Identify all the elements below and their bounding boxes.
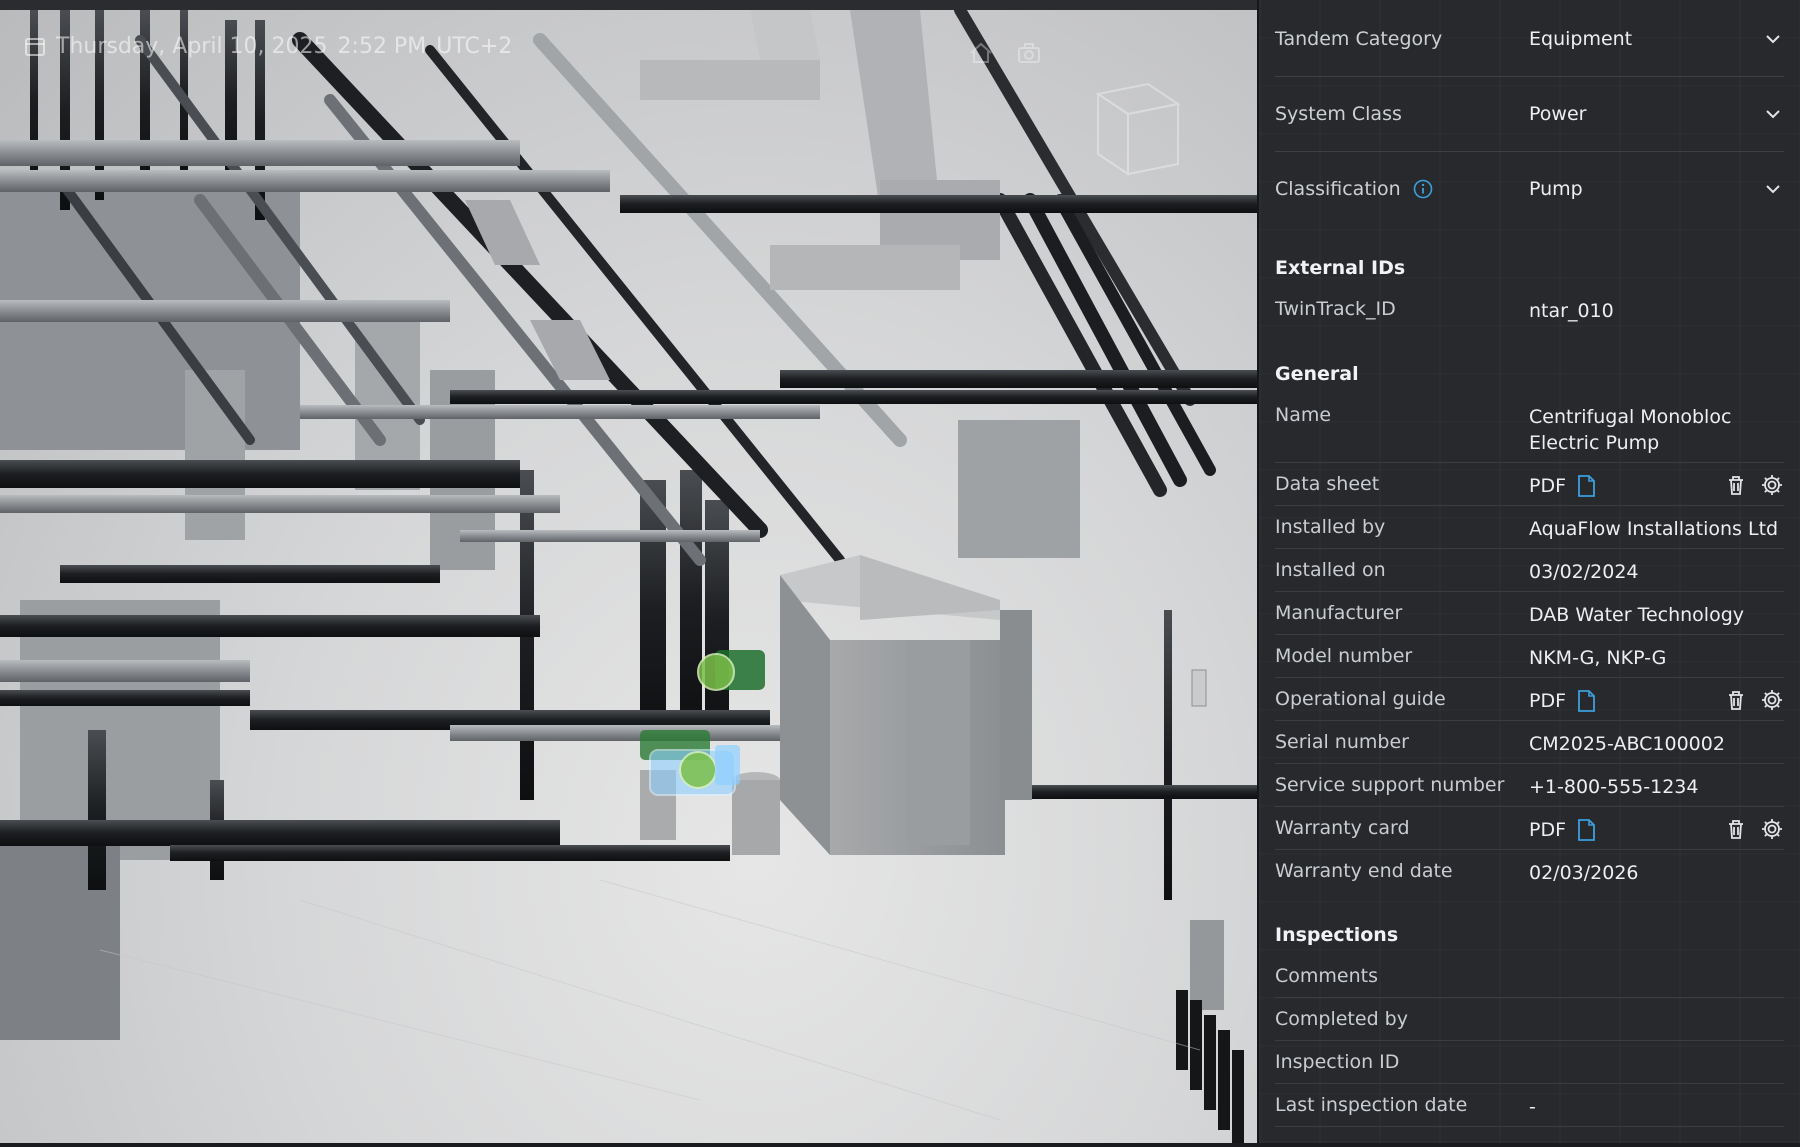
classification-value[interactable]: Pump xyxy=(1529,178,1762,200)
timezone-label[interactable]: UTC+2 xyxy=(436,34,512,59)
warranty-card-label: Warranty card xyxy=(1275,817,1410,839)
last-inspection-label: Last inspection date xyxy=(1275,1094,1468,1116)
installed-by-label: Installed by xyxy=(1275,516,1386,538)
installed-on-value[interactable]: 03/02/2024 xyxy=(1529,549,1784,585)
tandem-category-row[interactable]: Tandem Category Equipment xyxy=(1275,2,1784,77)
general-heading: General xyxy=(1275,363,1359,385)
warranty-end-row: Warranty end date 02/03/2026 xyxy=(1275,850,1784,892)
serial-number-value[interactable]: CM2025-ABC100002 xyxy=(1529,721,1784,757)
warranty-end-label: Warranty end date xyxy=(1275,860,1453,882)
service-support-row: Service support number +1-800-555-1234 xyxy=(1275,764,1784,807)
pdf-link-text[interactable]: PDF xyxy=(1529,817,1566,843)
name-value[interactable]: Centrifugal Monobloc Electric Pump xyxy=(1529,394,1784,456)
completed-by-row: Completed by xyxy=(1275,998,1784,1041)
inspections-heading: Inspections xyxy=(1275,924,1399,946)
date-label[interactable]: Thursday, April 10, 2025 xyxy=(56,34,328,59)
comments-label: Comments xyxy=(1275,965,1378,987)
operational-guide-label: Operational guide xyxy=(1275,688,1446,710)
model-number-label: Model number xyxy=(1275,645,1413,667)
system-class-value[interactable]: Power xyxy=(1529,103,1762,125)
classification-label-group: Classification xyxy=(1275,178,1529,200)
building-model-render[interactable] xyxy=(0,0,1258,1143)
inspection-id-label: Inspection ID xyxy=(1275,1051,1400,1073)
serial-number-label: Serial number xyxy=(1275,731,1409,753)
trash-icon[interactable] xyxy=(1724,688,1748,712)
classification-label: Classification xyxy=(1275,178,1401,200)
home-icon[interactable] xyxy=(968,40,994,66)
installed-on-row: Installed on 03/02/2024 xyxy=(1275,549,1784,592)
operational-guide-row: Operational guide PDF xyxy=(1275,678,1784,721)
ceiling-band xyxy=(0,0,1258,10)
last-inspection-value[interactable]: - xyxy=(1529,1084,1784,1120)
installed-by-row: Installed by AquaFlow Installations Ltd xyxy=(1275,506,1784,549)
warranty-card-row: Warranty card PDF xyxy=(1275,807,1784,850)
manufacturer-row: Manufacturer DAB Water Technology xyxy=(1275,592,1784,635)
inspection-id-row: Inspection ID xyxy=(1275,1041,1784,1084)
twintrack-id-label: TwinTrack_ID xyxy=(1275,298,1396,320)
installed-on-label: Installed on xyxy=(1275,559,1386,581)
service-support-value[interactable]: +1-800-555-1234 xyxy=(1529,764,1784,800)
bollard-row xyxy=(1176,990,1244,1143)
tandem-category-value[interactable]: Equipment xyxy=(1529,28,1762,50)
twintrack-id-value[interactable]: ntar_010 xyxy=(1529,288,1784,324)
timeline-toolbar[interactable]: Thursday, April 10, 2025 2:52 PM UTC+2 xyxy=(24,28,512,64)
floor-texture xyxy=(99,879,1201,1121)
chevron-down-icon[interactable] xyxy=(1762,28,1784,50)
gear-icon[interactable] xyxy=(1760,688,1784,712)
installed-by-value[interactable]: AquaFlow Installations Ltd xyxy=(1529,506,1784,542)
model-viewport[interactable]: Thursday, April 10, 2025 2:52 PM UTC+2 xyxy=(0,0,1258,1143)
trash-icon[interactable] xyxy=(1724,817,1748,841)
gear-icon[interactable] xyxy=(1760,473,1784,497)
warranty-card-actions xyxy=(1724,817,1784,841)
completed-by-label: Completed by xyxy=(1275,1008,1408,1030)
chevron-down-icon[interactable] xyxy=(1762,178,1784,200)
tandem-category-label: Tandem Category xyxy=(1275,28,1443,50)
data-sheet-row: Data sheet PDF xyxy=(1275,463,1784,506)
last-inspection-row: Last inspection date - xyxy=(1275,1084,1784,1127)
chevron-down-icon[interactable] xyxy=(1762,103,1784,125)
time-label[interactable]: 2:52 PM xyxy=(338,34,427,59)
comments-row: Comments xyxy=(1275,955,1784,998)
camera-icon[interactable] xyxy=(1016,40,1042,66)
external-ids-heading: External IDs xyxy=(1275,257,1406,279)
system-class-label: System Class xyxy=(1275,103,1402,125)
serial-number-row: Serial number CM2025-ABC100002 xyxy=(1275,721,1784,764)
document-icon[interactable] xyxy=(1576,690,1596,712)
gear-icon[interactable] xyxy=(1760,817,1784,841)
name-label: Name xyxy=(1275,404,1332,426)
operational-guide-actions xyxy=(1724,688,1784,712)
classification-row[interactable]: Classification Pump xyxy=(1275,152,1784,226)
calendar-icon[interactable] xyxy=(24,35,46,57)
pdf-link-text[interactable]: PDF xyxy=(1529,473,1566,499)
trash-icon[interactable] xyxy=(1724,473,1748,497)
inspection-id-value[interactable] xyxy=(1529,1041,1784,1051)
manufacturer-label: Manufacturer xyxy=(1275,602,1403,624)
name-row: Name Centrifugal Monobloc Electric Pump xyxy=(1275,394,1784,463)
viewcube-icon[interactable] xyxy=(1088,74,1184,182)
name-value-line-2: Electric Pump xyxy=(1529,432,1660,454)
document-icon[interactable] xyxy=(1576,819,1596,841)
model-number-row: Model number NKM-G, NKP-G xyxy=(1275,635,1784,678)
name-value-line-1: Centrifugal Monobloc xyxy=(1529,406,1732,428)
tank-small-body xyxy=(732,780,780,855)
data-sheet-actions xyxy=(1724,473,1784,497)
model-number-value[interactable]: NKM-G, NKP-G xyxy=(1529,635,1784,671)
warranty-end-value[interactable]: 02/03/2026 xyxy=(1529,850,1784,886)
completed-by-value[interactable] xyxy=(1529,998,1784,1008)
info-icon[interactable] xyxy=(1413,179,1433,199)
twintrack-id-row: TwinTrack_ID ntar_010 xyxy=(1275,288,1784,328)
manufacturer-value[interactable]: DAB Water Technology xyxy=(1529,592,1784,628)
viewport-icons xyxy=(968,40,1042,66)
properties-panel: Tandem Category Equipment System Class P… xyxy=(1259,0,1800,1143)
electrical-cabinet xyxy=(780,420,1224,1010)
window-bottom-edge xyxy=(0,1143,1800,1147)
pdf-link-text[interactable]: PDF xyxy=(1529,688,1566,714)
data-sheet-label: Data sheet xyxy=(1275,473,1380,495)
system-class-row[interactable]: System Class Power xyxy=(1275,77,1784,152)
document-icon[interactable] xyxy=(1576,475,1596,497)
comments-value[interactable] xyxy=(1529,955,1784,965)
service-support-label: Service support number xyxy=(1275,774,1505,796)
